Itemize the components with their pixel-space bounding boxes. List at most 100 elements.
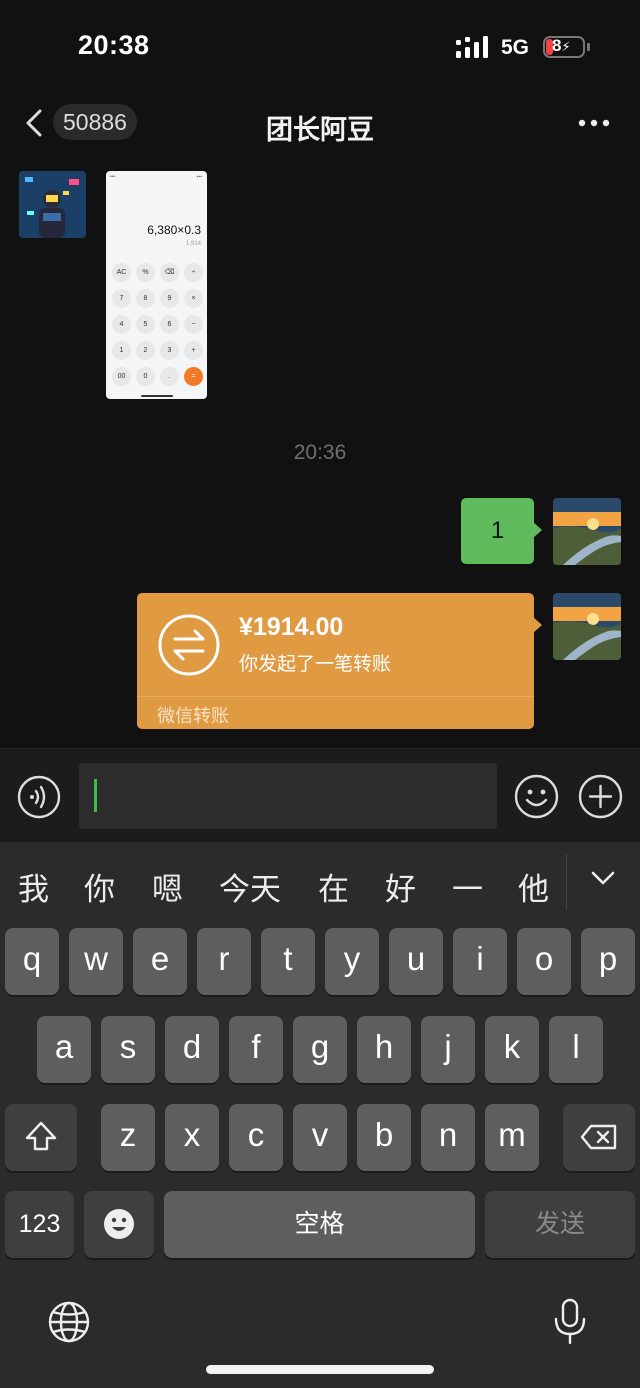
space-key[interactable]: 空格 [164, 1191, 475, 1258]
key-b[interactable]: b [357, 1104, 411, 1171]
calc-key: 4 [112, 315, 131, 334]
number-mode-key[interactable]: 123 [5, 1191, 74, 1258]
send-key[interactable]: 发送 [485, 1191, 635, 1258]
transfer-icon [158, 614, 220, 676]
calc-key: ⌫ [160, 263, 179, 282]
network-label: 5G [501, 36, 530, 59]
key-n[interactable]: n [421, 1104, 475, 1171]
calc-key: 9 [160, 289, 179, 308]
backspace-icon [580, 1124, 617, 1150]
calc-key: AC [112, 263, 131, 282]
calc-key: 5 [136, 315, 155, 334]
candidate-bar: 我 你 嗯 今天 在 好 一 他 [0, 842, 640, 922]
candidate-separator [566, 854, 567, 910]
message-input-bar [0, 748, 640, 842]
candidate-word[interactable]: 好 [385, 864, 416, 909]
transfer-card[interactable]: ¥1914.00 你发起了一笔转账 微信转账 [137, 593, 534, 729]
more-icon[interactable] [578, 119, 610, 127]
plus-icon[interactable] [578, 774, 623, 819]
key-l[interactable]: l [549, 1016, 603, 1083]
chat-title: 团长阿豆 [266, 115, 374, 145]
message-list[interactable]: ••• ▪▪▪ 6,380×0.3 1,914 AC % ⌫ ÷ 7 8 9 ×… [0, 157, 640, 748]
calc-key: 6 [160, 315, 179, 334]
emoji-icon [104, 1209, 134, 1239]
key-x[interactable]: x [165, 1104, 219, 1171]
contact-avatar[interactable] [19, 171, 86, 238]
keyboard: 我 你 嗯 今天 在 好 一 他 q w e r t y u i o p a s… [0, 842, 640, 1388]
key-h[interactable]: h [357, 1016, 411, 1083]
shift-icon [25, 1121, 57, 1151]
key-z[interactable]: z [101, 1104, 155, 1171]
my-avatar[interactable] [553, 498, 621, 565]
key-t[interactable]: t [261, 928, 315, 995]
signal-icon [456, 36, 488, 58]
key-q[interactable]: q [5, 928, 59, 995]
key-w[interactable]: w [69, 928, 123, 995]
emoji-key[interactable] [84, 1191, 154, 1258]
chat-header: 50886 团长阿豆 [0, 95, 640, 157]
calc-result: 1,914 [185, 241, 201, 247]
battery-icon: 8⚡ [543, 36, 585, 58]
key-e[interactable]: e [133, 928, 187, 995]
key-r[interactable]: r [197, 928, 251, 995]
candidate-word[interactable]: 他 [518, 864, 549, 909]
calc-expression: 6,380×0.3 [147, 223, 201, 237]
bubble-tail [533, 522, 542, 538]
calc-key: % [136, 263, 155, 282]
calc-key: + [184, 341, 203, 360]
my-avatar[interactable] [553, 593, 621, 660]
key-d[interactable]: d [165, 1016, 219, 1083]
key-a[interactable]: a [37, 1016, 91, 1083]
key-p[interactable]: p [581, 928, 635, 995]
message-timestamp: 20:36 [293, 441, 347, 464]
delete-key[interactable] [563, 1104, 635, 1171]
key-g[interactable]: g [293, 1016, 347, 1083]
candidate-word[interactable]: 今天 [219, 864, 281, 909]
shift-key[interactable] [5, 1104, 77, 1171]
calc-key: 8 [136, 289, 155, 308]
calc-key: 00 [112, 367, 131, 386]
key-s[interactable]: s [101, 1016, 155, 1083]
candidate-word[interactable]: 我 [18, 864, 49, 909]
calc-key: 0 [136, 367, 155, 386]
key-o[interactable]: o [517, 928, 571, 995]
bubble-tail [533, 617, 542, 633]
voice-icon[interactable] [17, 775, 61, 819]
key-v[interactable]: v [293, 1104, 347, 1171]
key-f[interactable]: f [229, 1016, 283, 1083]
candidate-word[interactable]: 在 [318, 864, 349, 909]
key-i[interactable]: i [453, 928, 507, 995]
text-cursor [94, 779, 97, 812]
candidate-word[interactable]: 嗯 [152, 864, 183, 909]
chevron-down-icon[interactable] [588, 866, 618, 890]
transfer-amount: ¥1914.00 [239, 613, 344, 641]
calc-key-equals: = [184, 367, 203, 386]
key-u[interactable]: u [389, 928, 443, 995]
key-j[interactable]: j [421, 1016, 475, 1083]
key-y[interactable]: y [325, 928, 379, 995]
transfer-label: 微信转账 [157, 706, 229, 726]
calculator-screenshot-image[interactable]: ••• ▪▪▪ 6,380×0.3 1,914 AC % ⌫ ÷ 7 8 9 ×… [106, 171, 207, 399]
calc-key: 7 [112, 289, 131, 308]
candidate-word[interactable]: 你 [84, 864, 115, 909]
key-k[interactable]: k [485, 1016, 539, 1083]
calc-key: ÷ [184, 263, 203, 282]
key-m[interactable]: m [485, 1104, 539, 1171]
microphone-icon[interactable] [552, 1298, 588, 1346]
status-time: 20:38 [78, 30, 150, 60]
battery-cap [587, 43, 590, 51]
globe-icon[interactable] [47, 1300, 91, 1344]
calc-key: × [184, 289, 203, 308]
transfer-description: 你发起了一笔转账 [239, 654, 392, 675]
status-bar: 20:38 5G 8⚡ [0, 0, 640, 95]
emoji-icon[interactable] [514, 774, 559, 819]
calc-key: 1 [112, 341, 131, 360]
key-c[interactable]: c [229, 1104, 283, 1171]
calc-key: 2 [136, 341, 155, 360]
home-indicator[interactable] [206, 1365, 434, 1374]
sent-text-bubble[interactable]: 1 [461, 498, 534, 564]
transfer-divider [137, 696, 534, 697]
message-input[interactable] [79, 763, 497, 829]
calc-key: . [160, 367, 179, 386]
candidate-word[interactable]: 一 [452, 864, 483, 909]
